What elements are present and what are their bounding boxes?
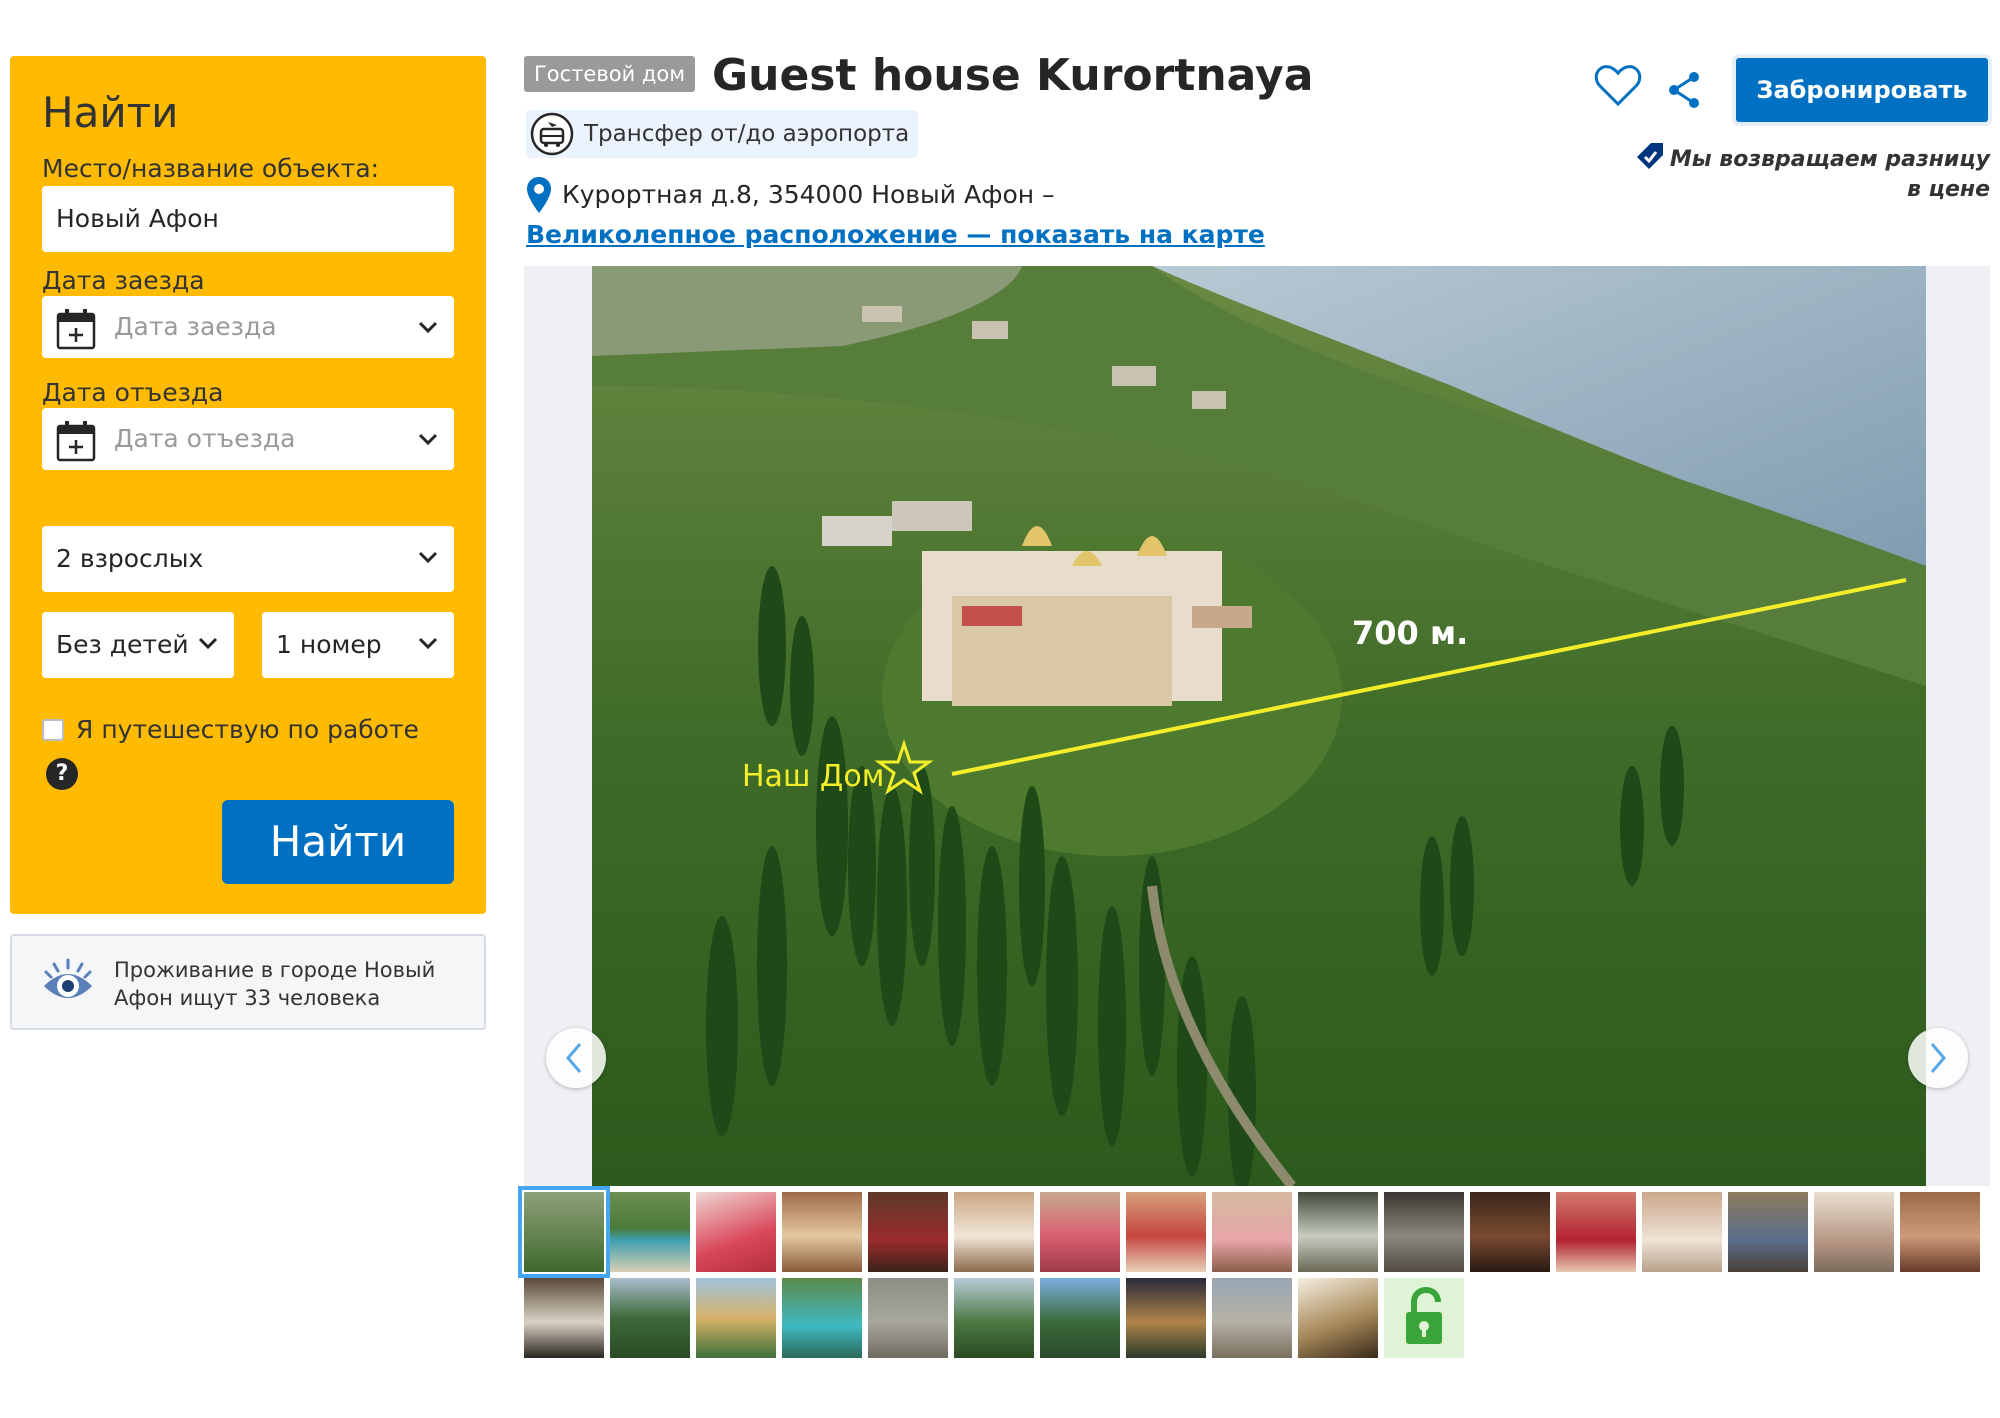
viewers-text: Проживание в городе Новый Афон ищут 33 ч… xyxy=(114,958,436,1010)
thumbnail[interactable] xyxy=(1298,1278,1378,1358)
prev-photo-button[interactable] xyxy=(546,1028,606,1088)
children-select[interactable]: Без детей xyxy=(42,612,234,678)
thumbnail[interactable] xyxy=(954,1278,1034,1358)
thumbnail[interactable] xyxy=(1126,1192,1206,1272)
business-travel-row: Я путешествую по работе ? xyxy=(42,712,462,790)
next-photo-button[interactable] xyxy=(1908,1028,1968,1088)
airport-shuttle-icon xyxy=(530,112,574,156)
eye-icon xyxy=(44,958,92,998)
children-value: Без детей xyxy=(56,630,189,659)
business-travel-label[interactable]: Я путешествую по работе xyxy=(76,715,419,744)
adults-value: 2 взрослых xyxy=(56,544,204,573)
show-on-map-link[interactable]: Великолепное расположение — показать на … xyxy=(526,220,1265,249)
thumbnail[interactable] xyxy=(954,1192,1034,1272)
location-pin-icon xyxy=(527,177,551,213)
thumbnail[interactable] xyxy=(868,1192,948,1272)
property-address: Курортная д.8, 354000 Новый Афон – xyxy=(562,180,1055,209)
thumbnail[interactable] xyxy=(1470,1192,1550,1272)
thumbnail[interactable] xyxy=(1212,1192,1292,1272)
checkout-label: Дата отъезда xyxy=(42,378,224,407)
thumbnail[interactable] xyxy=(868,1278,948,1358)
checkin-placeholder: Дата заезда xyxy=(114,312,277,341)
help-icon[interactable]: ? xyxy=(46,758,78,790)
property-name: Guest house Kurortnaya xyxy=(712,50,1314,101)
home-label: Наш Дом xyxy=(742,759,884,794)
calendar-icon xyxy=(56,309,96,350)
thumbnail[interactable] xyxy=(782,1278,862,1358)
thumbnail[interactable] xyxy=(1040,1278,1120,1358)
transfer-badge: Трансфер от/до аэропорта xyxy=(526,110,918,158)
thumbnail[interactable] xyxy=(1298,1192,1378,1272)
thumbnail[interactable] xyxy=(1556,1192,1636,1272)
rooms-value: 1 номер xyxy=(276,630,382,659)
chevron-down-icon xyxy=(418,637,438,650)
thumbnail[interactable] xyxy=(1900,1192,1980,1272)
search-title: Найти xyxy=(42,88,179,137)
chevron-down-icon xyxy=(198,637,218,650)
main-photo[interactable]: 700 м. Наш Дом xyxy=(592,266,1926,1186)
chevron-down-icon xyxy=(418,551,438,564)
destination-label: Место/название объекта: xyxy=(42,154,380,183)
thumbnail[interactable] xyxy=(1642,1192,1722,1272)
destination-input[interactable]: Новый Афон xyxy=(42,186,454,252)
thumbnail[interactable] xyxy=(524,1278,604,1358)
business-travel-checkbox[interactable] xyxy=(42,719,64,741)
book-button[interactable]: Забронировать xyxy=(1736,58,1988,122)
chevron-down-icon xyxy=(418,321,438,334)
photo-gallery: 700 м. Наш Дом xyxy=(524,266,1990,1186)
transfer-text: Трансфер от/до аэропорта xyxy=(584,121,910,147)
unlock-icon xyxy=(1406,1286,1442,1344)
property-type-badge: Гостевой дом xyxy=(524,56,696,92)
viewers-notice: Проживание в городе Новый Афон ищут 33 ч… xyxy=(10,934,486,1030)
checkin-field[interactable]: Дата заезда xyxy=(42,296,454,358)
thumbnail[interactable] xyxy=(610,1192,690,1272)
thumbnail[interactable] xyxy=(1212,1278,1292,1358)
share-icon[interactable] xyxy=(1666,70,1702,110)
chevron-right-icon xyxy=(1930,1043,1946,1073)
search-button[interactable]: Найти xyxy=(222,800,454,884)
checkout-placeholder: Дата отъезда xyxy=(114,424,296,453)
thumbnail[interactable] xyxy=(1040,1192,1120,1272)
more-photos-unlock[interactable] xyxy=(1384,1278,1464,1358)
thumbnail[interactable] xyxy=(1814,1192,1894,1272)
thumbnail[interactable] xyxy=(1728,1192,1808,1272)
thumbnail[interactable] xyxy=(518,1186,610,1278)
thumbnail[interactable] xyxy=(696,1278,776,1358)
price-match-guarantee[interactable]: Мы возвращаем разницу в цене xyxy=(1620,140,1990,205)
heart-icon[interactable] xyxy=(1594,64,1642,108)
thumbnail[interactable] xyxy=(782,1192,862,1272)
adults-select[interactable]: 2 взрослых xyxy=(42,526,454,592)
checkout-field[interactable]: Дата отъезда xyxy=(42,408,454,470)
aerial-photo: 700 м. Наш Дом xyxy=(592,266,1926,1186)
checkin-label: Дата заезда xyxy=(42,266,205,295)
destination-value: Новый Афон xyxy=(56,204,219,233)
price-match-text: Мы возвращаем разницу в цене xyxy=(1669,147,1990,202)
thumbnail[interactable] xyxy=(1126,1278,1206,1358)
rooms-select[interactable]: 1 номер xyxy=(262,612,454,678)
chevron-left-icon xyxy=(566,1043,582,1073)
search-box: Найти Место/название объекта: Новый Афон… xyxy=(10,56,486,914)
chevron-down-icon xyxy=(418,433,438,446)
distance-label: 700 м. xyxy=(1352,614,1468,652)
price-tag-icon xyxy=(1636,143,1663,169)
thumbnail[interactable] xyxy=(696,1192,776,1272)
thumbnail[interactable] xyxy=(1384,1192,1464,1272)
thumbnail[interactable] xyxy=(610,1278,690,1358)
calendar-icon xyxy=(56,421,96,462)
